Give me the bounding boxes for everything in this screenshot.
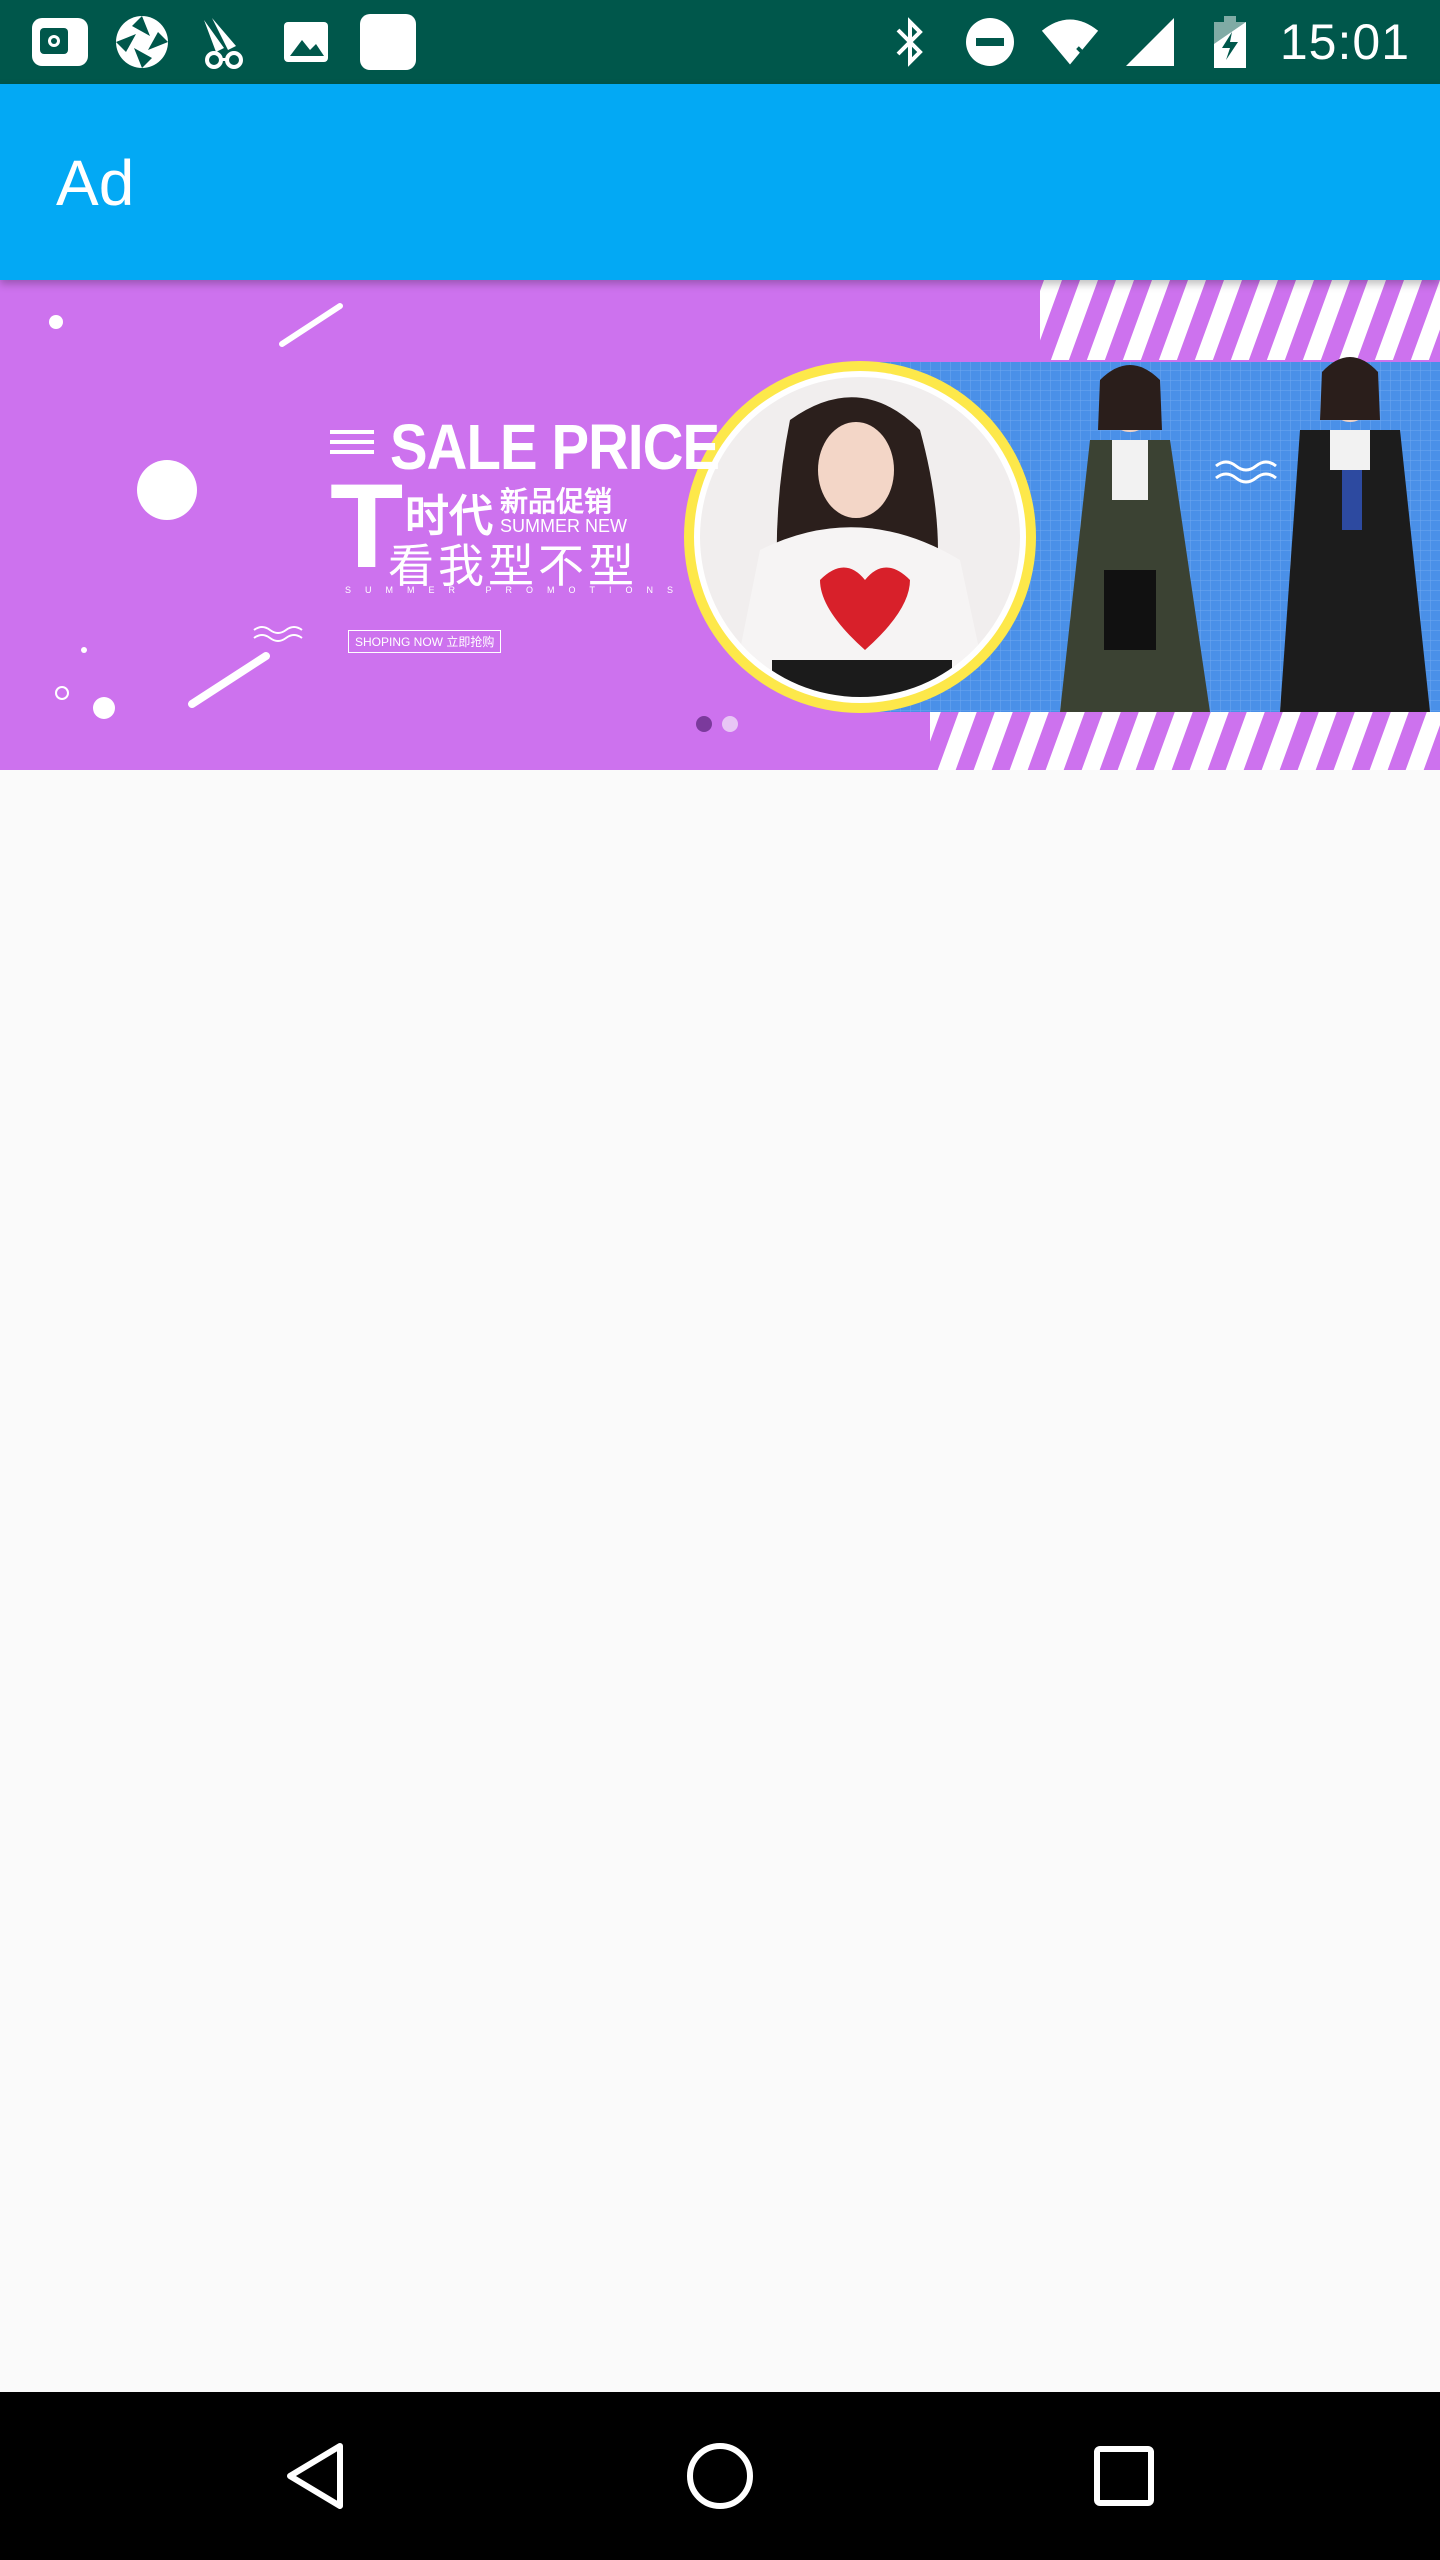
page-indicator-dot-active[interactable] [696,716,712,732]
wifi-icon [1040,12,1100,72]
signal-icon [1120,12,1180,72]
wallet-icon [30,12,90,72]
banner-summer-promotions: SUMMER PROMOTIONS [345,585,688,595]
do-not-disturb-icon [960,12,1020,72]
system-icons: 15:01 [880,12,1410,72]
recents-icon[interactable] [1082,2434,1166,2518]
ad-banner-carousel[interactable]: SALE PRICE T 时代 新品促销 SUMMER NEW 看我型不型 SU… [0,280,1440,770]
app-title: Ad [56,147,135,219]
spy-icon [194,12,254,72]
content-area [0,770,1440,2392]
clock-time: 15:01 [1279,14,1410,70]
back-icon[interactable] [274,2434,358,2518]
app-bar: Ad [0,84,1440,280]
navigation-bar [0,2392,1440,2560]
blank-app-icon [358,12,418,72]
battery-icon [1200,12,1260,72]
home-icon[interactable] [678,2434,762,2518]
notification-icons [30,12,418,72]
bluetooth-icon [880,12,940,72]
status-bar: 15:01 [0,0,1440,84]
screen: 15:01 Ad SALE PRICE T 时代 新品促销 SUMMER NEW… [0,0,1440,2560]
page-indicator-dot[interactable] [722,716,738,732]
banner-new-promo: 新品促销 [500,486,613,517]
banner-headline: SALE PRICE [390,411,720,483]
carousel-page-indicator [696,716,738,732]
banner-artwork [0,280,1440,770]
image-icon [276,12,336,72]
aperture-icon [112,12,172,72]
banner-shop-now-button[interactable]: SHOPING NOW 立即抢购 [348,630,502,653]
